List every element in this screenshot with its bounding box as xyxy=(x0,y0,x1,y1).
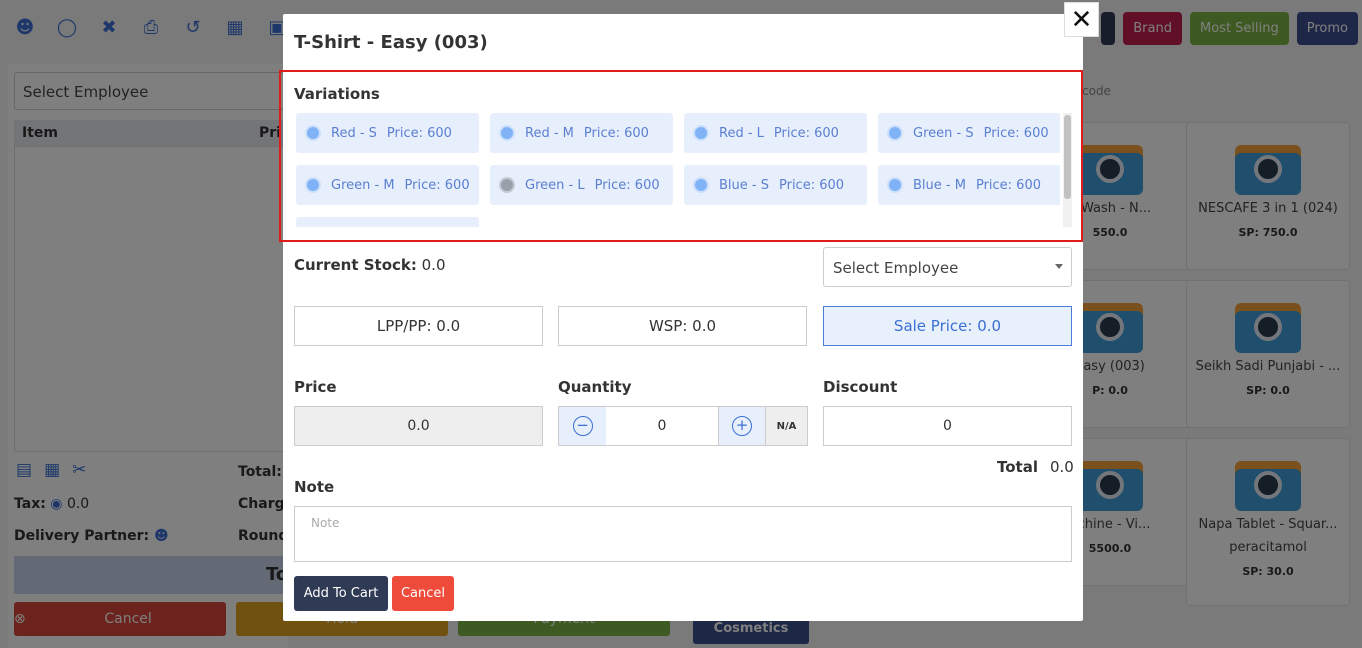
current-stock-value: 0.0 xyxy=(416,256,446,274)
variation-name: Red - M xyxy=(525,125,574,141)
price-input[interactable]: 0.0 xyxy=(294,406,543,446)
variation-price: Price: 600 xyxy=(983,125,1049,141)
variation-option[interactable]: Green - S Price: 600 xyxy=(878,113,1060,153)
radio-icon xyxy=(305,125,321,141)
discount-label: Discount xyxy=(823,378,898,396)
variation-option[interactable] xyxy=(296,217,479,227)
variation-price: Price: 600 xyxy=(778,177,845,193)
radio-icon xyxy=(887,177,903,193)
variation-option[interactable]: Green - M Price: 600 xyxy=(296,165,479,205)
scrollbar-thumb[interactable] xyxy=(1064,115,1071,199)
variation-option[interactable]: Blue - M Price: 600 xyxy=(878,165,1060,205)
modal-employee-select[interactable]: Select Employee xyxy=(823,247,1072,287)
variation-price: Price: 600 xyxy=(583,125,649,141)
variation-price: Price: 600 xyxy=(386,125,452,141)
variation-name: Blue - M xyxy=(913,177,966,193)
modal-total: Total 0.0 xyxy=(997,458,1074,476)
modal-header: T-Shirt - Easy (003) xyxy=(283,14,1083,72)
modal-title: T-Shirt - Easy (003) xyxy=(294,32,488,53)
lpp-price-option[interactable]: LPP/PP: 0.0 xyxy=(294,306,543,346)
add-to-cart-button[interactable]: Add To Cart xyxy=(294,576,388,611)
note-textarea[interactable]: Note xyxy=(294,506,1072,562)
variation-name: Red - S xyxy=(331,125,377,141)
quantity-increase-button[interactable]: + xyxy=(718,407,765,445)
quantity-label: Quantity xyxy=(558,378,632,396)
close-icon[interactable]: ✕ xyxy=(1064,2,1099,37)
variations-label: Variations xyxy=(294,85,380,103)
price-label: Price xyxy=(294,378,337,396)
quantity-input[interactable]: 0 xyxy=(606,407,718,445)
cancel-button[interactable]: Cancel xyxy=(392,576,454,611)
current-stock-label: Current Stock: xyxy=(294,256,417,274)
total-value: 0.0 xyxy=(1049,458,1074,476)
variation-name: Red - L xyxy=(719,125,764,141)
variation-price: Price: 600 xyxy=(773,125,839,141)
note-label: Note xyxy=(294,478,335,496)
radio-icon xyxy=(693,125,709,141)
total-label: Total xyxy=(997,458,1038,476)
variation-option[interactable]: Red - S Price: 600 xyxy=(296,113,479,153)
variation-name: Green - S xyxy=(913,125,974,141)
radio-icon xyxy=(499,177,515,193)
minus-icon: − xyxy=(572,416,593,436)
variation-price: Price: 600 xyxy=(404,177,470,193)
radio-icon xyxy=(693,177,709,193)
quantity-unit: N/A xyxy=(765,407,807,445)
radio-icon xyxy=(499,125,515,141)
current-stock: Current Stock: 0.0 xyxy=(294,256,446,274)
variations-list[interactable]: Red - S Price: 600 Red - M Price: 600 Red - … xyxy=(296,113,1060,227)
variation-option[interactable]: Red - M Price: 600 xyxy=(490,113,673,153)
variation-name: Green - L xyxy=(525,177,585,193)
variation-name: Green - M xyxy=(331,177,395,193)
variations-scrollbar[interactable] xyxy=(1063,113,1072,227)
quantity-stepper: − 0 + N/A xyxy=(558,406,808,446)
employee-select-value: Select Employee xyxy=(833,259,959,277)
discount-input[interactable]: 0 xyxy=(823,406,1072,446)
sale-price-option[interactable]: Sale Price: 0.0 xyxy=(823,306,1072,346)
radio-icon xyxy=(305,177,321,193)
variation-price: Price: 600 xyxy=(975,177,1041,193)
radio-icon xyxy=(887,125,903,141)
variation-price: Price: 600 xyxy=(594,177,660,193)
variation-option[interactable]: Blue - S Price: 600 xyxy=(684,165,867,205)
caret-down-icon xyxy=(1055,264,1063,269)
wsp-price-option[interactable]: WSP: 0.0 xyxy=(558,306,807,346)
quantity-decrease-button[interactable]: − xyxy=(559,407,606,445)
variation-option[interactable]: Red - L Price: 600 xyxy=(684,113,867,153)
variation-name: Blue - S xyxy=(719,177,769,193)
variation-option[interactable]: Green - L Price: 600 xyxy=(490,165,673,205)
plus-icon: + xyxy=(732,416,752,436)
